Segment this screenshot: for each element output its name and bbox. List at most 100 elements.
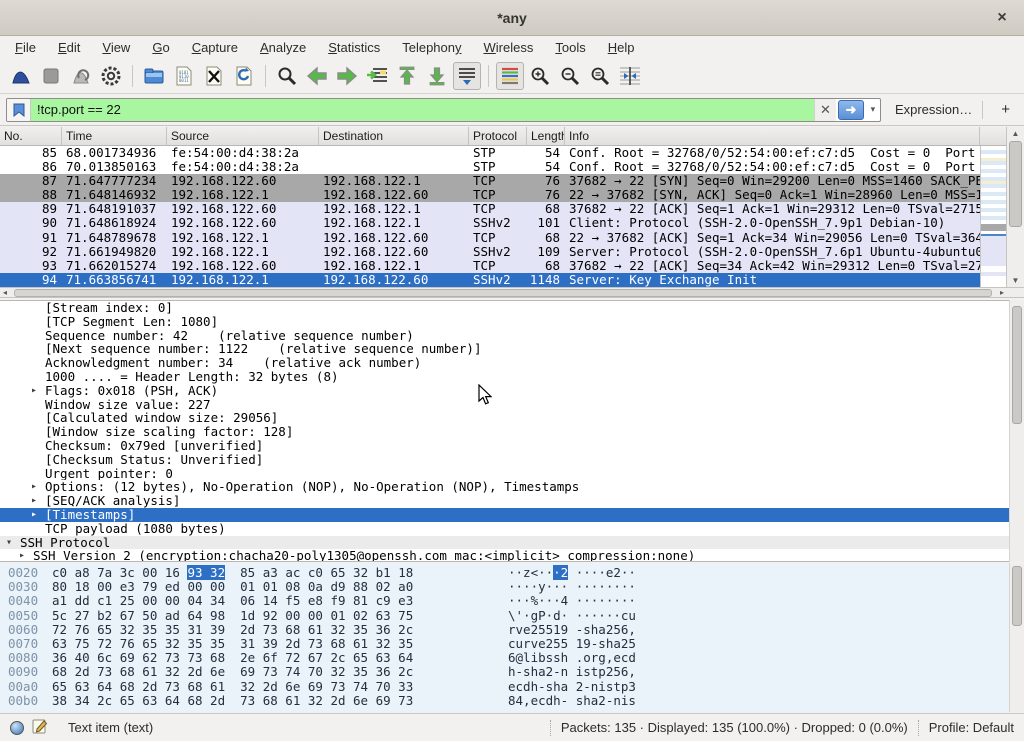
menu-edit[interactable]: Edit: [47, 38, 91, 57]
packet-list-vertical-scrollbar[interactable]: ▲ ▼: [1006, 127, 1024, 287]
expand-icon[interactable]: ▸: [31, 480, 37, 494]
capture-options-icon[interactable]: [97, 62, 125, 90]
detail-row[interactable]: [Calculated window size: 29056]: [0, 411, 1024, 425]
go-forward-icon[interactable]: [333, 62, 361, 90]
packet-row[interactable]: 8771.647777234192.168.122.60192.168.122.…: [0, 174, 980, 188]
scroll-down-icon[interactable]: ▼: [1007, 276, 1024, 285]
packet-row[interactable]: 9071.648618924192.168.122.60192.168.122.…: [0, 216, 980, 230]
detail-row[interactable]: [Next sequence number: 1122 (relative se…: [0, 342, 1024, 356]
detail-row[interactable]: ▸[SEQ/ACK analysis]: [0, 494, 1024, 508]
hex-bytes[interactable]: a1 dd c1 25 00 00 04 34 06 14 f5 e8 f9 8…: [52, 594, 500, 608]
column-header-protocol[interactable]: Protocol: [469, 127, 527, 145]
scroll-left-icon[interactable]: ◂: [3, 288, 7, 298]
packet-list-horizontal-scrollbar[interactable]: ◂ ▸: [0, 287, 1024, 298]
go-back-icon[interactable]: [303, 62, 331, 90]
detail-row[interactable]: Checksum: 0x79ed [unverified]: [0, 439, 1024, 453]
open-file-icon[interactable]: [140, 62, 168, 90]
restart-capture-icon[interactable]: [67, 62, 95, 90]
column-header-length[interactable]: Length: [527, 127, 565, 145]
hex-row[interactable]: 008036 40 6c 69 62 73 73 68 2e 6f 72 67 …: [0, 651, 1024, 665]
hex-bytes[interactable]: 63 75 72 76 65 32 35 35 31 39 2d 73 68 6…: [52, 637, 500, 651]
hex-bytes[interactable]: 38 34 2c 65 63 64 68 2d 73 68 61 32 2d 6…: [52, 694, 500, 708]
hex-row[interactable]: 0020c0 a8 7a 3c 00 16 93 32 85 a3 ac c0 …: [0, 566, 1024, 580]
packet-row[interactable]: 8568.001734936fe:54:00:d4:38:2aSTP54Conf…: [0, 146, 980, 160]
auto-scroll-icon[interactable]: [453, 62, 481, 90]
hex-ascii[interactable]: h-sha2-n istp256,: [500, 665, 636, 679]
reload-file-icon[interactable]: [230, 62, 258, 90]
filter-bookmark-icon[interactable]: [7, 98, 31, 122]
go-to-packet-icon[interactable]: [363, 62, 391, 90]
hex-ascii[interactable]: \'·gP·d· ······cu: [500, 609, 636, 623]
hex-bytes[interactable]: c0 a8 7a 3c 00 16 93 32 85 a3 ac c0 65 3…: [52, 566, 500, 580]
hex-ascii[interactable]: ecdh-sha 2-nistp3: [500, 680, 636, 694]
scrollbar-thumb[interactable]: [1012, 566, 1022, 626]
hex-ascii[interactable]: curve255 19-sha25: [500, 637, 636, 651]
add-filter-button[interactable]: +: [993, 101, 1018, 118]
packet-row[interactable]: 9171.648789678192.168.122.1192.168.122.6…: [0, 231, 980, 245]
start-capture-icon[interactable]: [7, 62, 35, 90]
menu-wireless[interactable]: Wireless: [473, 38, 545, 57]
menu-telephony[interactable]: Telephony: [391, 38, 472, 57]
expand-icon[interactable]: ▸: [19, 549, 25, 562]
detail-row[interactable]: [Checksum Status: Unverified]: [0, 453, 1024, 467]
detail-row[interactable]: [Window size scaling factor: 128]: [0, 425, 1024, 439]
filter-clear-icon[interactable]: ✕: [814, 98, 836, 122]
detail-row[interactable]: Sequence number: 42 (relative sequence n…: [0, 329, 1024, 343]
display-filter-input[interactable]: [31, 99, 814, 121]
expression-button[interactable]: Expression…: [895, 102, 972, 117]
packet-row[interactable]: 8971.648191037192.168.122.60192.168.122.…: [0, 202, 980, 216]
hex-bytes[interactable]: 80 18 00 e3 79 ed 00 00 01 01 08 0a d9 8…: [52, 580, 500, 594]
hex-row[interactable]: 003080 18 00 e3 79 ed 00 00 01 01 08 0a …: [0, 580, 1024, 594]
hex-row[interactable]: 00505c 27 b2 67 50 ad 64 98 1d 92 00 00 …: [0, 609, 1024, 623]
hex-ascii[interactable]: ···%···4 ········: [500, 594, 636, 608]
menu-statistics[interactable]: Statistics: [317, 38, 391, 57]
menu-help[interactable]: Help: [597, 38, 646, 57]
close-window-icon[interactable]: ×: [992, 8, 1012, 28]
menu-view[interactable]: View: [91, 38, 141, 57]
menu-go[interactable]: Go: [141, 38, 180, 57]
bytes-vertical-scrollbar[interactable]: [1009, 563, 1024, 712]
expand-icon[interactable]: ▸: [31, 494, 37, 508]
detail-row[interactable]: [Stream index: 0]: [0, 301, 1024, 315]
hex-bytes[interactable]: 65 63 64 68 2d 73 68 61 32 2d 6e 69 73 7…: [52, 680, 500, 694]
go-top-icon[interactable]: [393, 62, 421, 90]
detail-row[interactable]: Acknowledgment number: 34 (relative ack …: [0, 356, 1024, 370]
hex-ascii[interactable]: ··z<···2 ····e2··: [500, 566, 636, 580]
go-bottom-icon[interactable]: [423, 62, 451, 90]
resize-columns-icon[interactable]: [616, 62, 644, 90]
detail-row[interactable]: Urgent pointer: 0: [0, 467, 1024, 481]
menu-capture[interactable]: Capture: [181, 38, 249, 57]
scrollbar-thumb[interactable]: [1012, 306, 1022, 424]
hex-ascii[interactable]: ····y··· ········: [500, 580, 636, 594]
details-vertical-scrollbar[interactable]: [1009, 300, 1024, 562]
detail-row[interactable]: Window size value: 227: [0, 398, 1024, 412]
packet-row[interactable]: 8871.648146932192.168.122.1192.168.122.6…: [0, 188, 980, 202]
hex-bytes[interactable]: 72 76 65 32 35 35 31 39 2d 73 68 61 32 3…: [52, 623, 500, 637]
hex-row[interactable]: 00a065 63 64 68 2d 73 68 61 32 2d 6e 69 …: [0, 680, 1024, 694]
scrollbar-thumb[interactable]: [1009, 141, 1022, 227]
detail-row[interactable]: 1000 .... = Header Length: 32 bytes (8): [0, 370, 1024, 384]
hex-bytes[interactable]: 68 2d 73 68 61 32 2d 6e 69 73 74 70 32 3…: [52, 665, 500, 679]
profile-status[interactable]: Profile: Default: [929, 720, 1014, 735]
packet-row[interactable]: 8670.013850163fe:54:00:d4:38:2aSTP54Conf…: [0, 160, 980, 174]
hex-bytes[interactable]: 5c 27 b2 67 50 ad 64 98 1d 92 00 00 01 0…: [52, 609, 500, 623]
zoom-in-icon[interactable]: [526, 62, 554, 90]
colorize-icon[interactable]: [496, 62, 524, 90]
menu-analyze[interactable]: Analyze: [249, 38, 317, 57]
detail-row[interactable]: ▸[Timestamps]: [0, 508, 1024, 522]
expand-icon[interactable]: ▸: [31, 508, 37, 522]
expand-icon[interactable]: ▸: [31, 384, 37, 398]
filter-history-caret-icon[interactable]: ▾: [866, 104, 880, 115]
hex-ascii[interactable]: 84,ecdh- sha2-nis: [500, 694, 636, 708]
expert-info-icon[interactable]: [10, 721, 24, 735]
zoom-reset-icon[interactable]: [586, 62, 614, 90]
scroll-right-icon[interactable]: ▸: [1000, 288, 1004, 298]
hex-row[interactable]: 007063 75 72 76 65 32 35 35 31 39 2d 73 …: [0, 637, 1024, 651]
capture-comment-icon[interactable]: [32, 718, 48, 737]
detail-row[interactable]: ▾SSH Protocol: [0, 536, 1024, 550]
column-header-no[interactable]: No.: [0, 127, 62, 145]
zoom-out-icon[interactable]: [556, 62, 584, 90]
menu-file[interactable]: File: [4, 38, 47, 57]
column-header-source[interactable]: Source: [167, 127, 319, 145]
column-header-info[interactable]: Info: [565, 127, 980, 145]
